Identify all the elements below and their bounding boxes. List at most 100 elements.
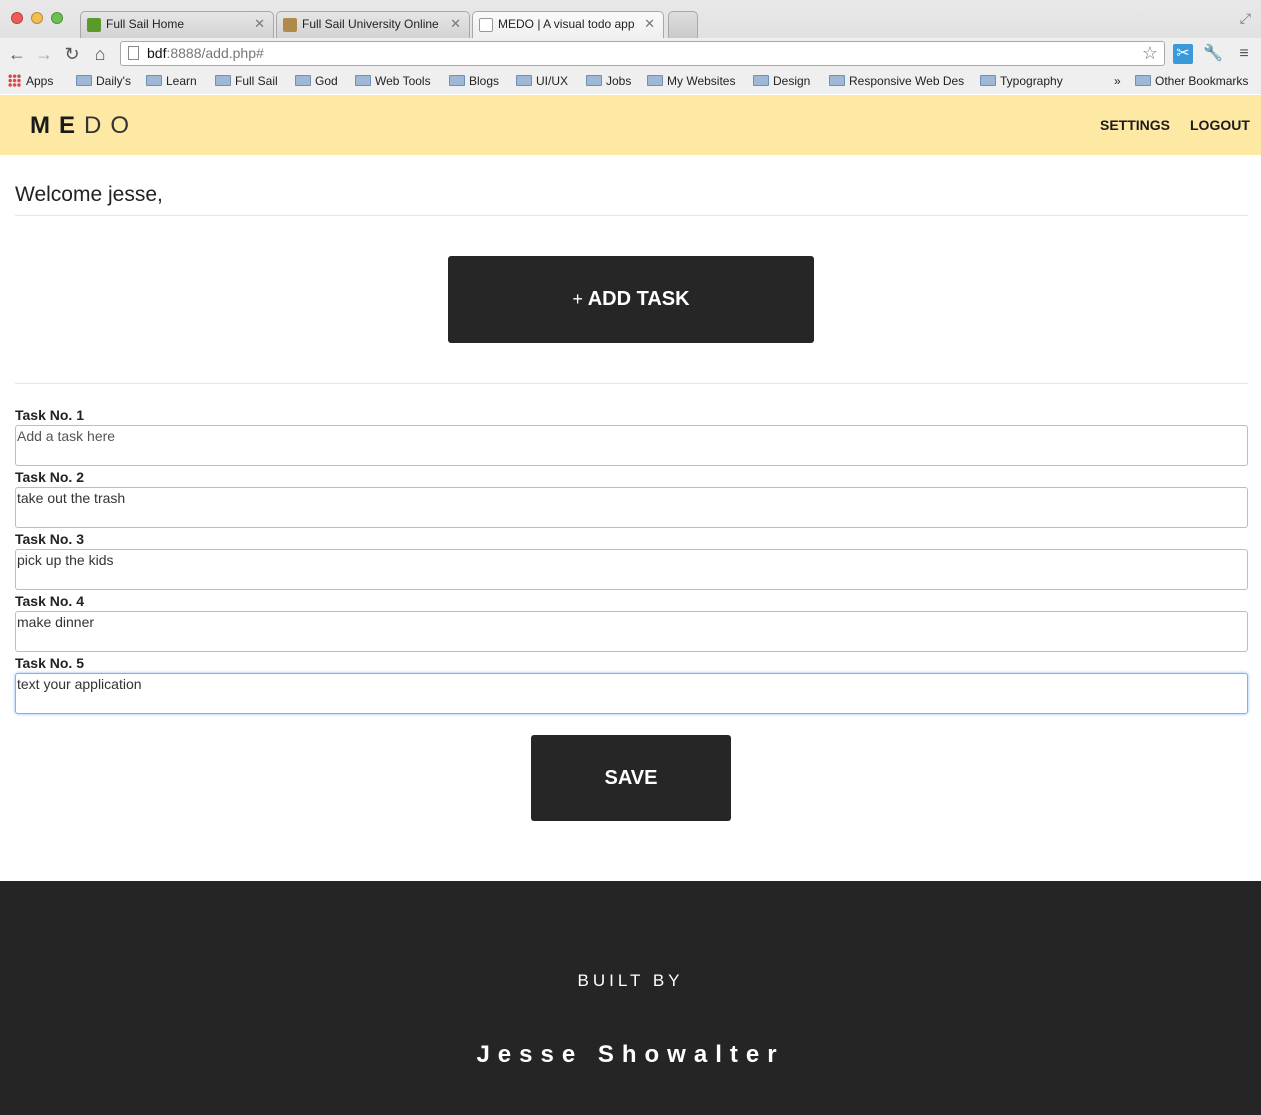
- folder-icon: [76, 75, 92, 86]
- wrench-icon[interactable]: 🔧: [1203, 44, 1223, 64]
- full-sail-online-favicon-icon: [283, 18, 297, 32]
- home-icon[interactable]: ⌂: [89, 43, 111, 65]
- apps-grid-icon: [8, 74, 21, 87]
- bookmark-label: Web Tools: [375, 74, 431, 88]
- bookmark-label: Apps: [26, 74, 54, 88]
- page-icon: [128, 46, 139, 60]
- folder-icon: [586, 75, 602, 86]
- task-label: Task No. 3: [15, 531, 84, 547]
- bookmark-other[interactable]: Other Bookmarks: [1135, 74, 1248, 88]
- url-path: :8888/add.php#: [166, 45, 264, 61]
- tab-title: Full Sail Home: [106, 17, 185, 31]
- zoom-window-button[interactable]: [51, 12, 63, 24]
- bookmark-label: Other Bookmarks: [1155, 74, 1249, 88]
- tab-title: MEDO | A visual todo app: [498, 17, 635, 31]
- built-by-label: BUILT BY: [577, 971, 684, 990]
- task-label: Task No. 5: [15, 655, 84, 671]
- bookmark-folder[interactable]: Jobs: [586, 74, 631, 88]
- folder-icon: [829, 75, 845, 86]
- bookmark-label: Jobs: [606, 74, 632, 88]
- add-task-button[interactable]: + ADD TASK: [448, 256, 814, 343]
- page-favicon-icon: [479, 18, 493, 32]
- bookmark-folder[interactable]: Responsive Web Des: [829, 74, 965, 88]
- bookmark-folder[interactable]: Learn: [146, 74, 197, 88]
- browser-tab-full-sail-online[interactable]: Full Sail University Online ✕: [276, 11, 470, 38]
- bookmark-star-icon[interactable]: ☆: [1142, 43, 1158, 64]
- browser-tab-full-sail-home[interactable]: Full Sail Home ✕: [80, 11, 274, 38]
- task-input[interactable]: make dinner: [15, 611, 1248, 652]
- task-input[interactable]: pick up the kids: [15, 549, 1248, 590]
- welcome-message: Welcome jesse,: [15, 183, 163, 206]
- save-button[interactable]: SAVE: [531, 735, 731, 821]
- folder-icon: [753, 75, 769, 86]
- bookmark-label: Responsive Web Des: [849, 74, 965, 88]
- back-arrow-icon[interactable]: ←: [6, 43, 28, 65]
- task-input[interactable]: Add a task here: [15, 425, 1248, 466]
- menu-icon[interactable]: ≡: [1234, 44, 1254, 64]
- folder-icon: [647, 75, 663, 86]
- browser-chrome: Full Sail Home ✕ Full Sail University On…: [0, 0, 1261, 94]
- full-sail-favicon-icon: [87, 18, 101, 32]
- close-tab-icon[interactable]: ✕: [254, 16, 265, 32]
- bookmark-label: Learn: [166, 74, 197, 88]
- bookmark-folder[interactable]: My Websites: [647, 74, 735, 88]
- bookmark-label: Design: [773, 74, 811, 88]
- bookmark-label: God: [315, 74, 338, 88]
- bookmark-label: My Websites: [667, 74, 736, 88]
- bookmark-label: Daily's: [96, 74, 131, 88]
- task-label: Task No. 1: [15, 407, 84, 423]
- bookmark-folder[interactable]: Typography: [980, 74, 1063, 88]
- add-task-label: ADD TASK: [587, 288, 690, 310]
- logo-light-part: DO: [84, 112, 138, 139]
- task-label: Task No. 4: [15, 593, 84, 609]
- extension-icon[interactable]: ✂: [1173, 44, 1193, 64]
- footer: BUILT BY Jesse Showalter: [0, 881, 1261, 1115]
- medo-logo[interactable]: MEDO: [30, 112, 138, 140]
- bookmark-label: Typography: [1000, 74, 1063, 88]
- logout-link[interactable]: LOGOUT: [1190, 117, 1250, 133]
- folder-icon: [1135, 75, 1151, 86]
- new-tab-button[interactable]: [668, 11, 698, 38]
- close-tab-icon[interactable]: ✕: [450, 16, 461, 32]
- browser-tab-medo[interactable]: MEDO | A visual todo app ✕: [472, 11, 664, 38]
- task-label: Task No. 2: [15, 469, 84, 485]
- bookmark-label: Blogs: [469, 74, 500, 88]
- folder-icon: [295, 75, 311, 86]
- folder-icon: [355, 75, 371, 86]
- settings-link[interactable]: SETTINGS: [1100, 117, 1170, 133]
- bookmark-folder[interactable]: Daily's: [76, 74, 131, 88]
- forward-arrow-icon[interactable]: →: [33, 43, 55, 65]
- app-header: MEDO SETTINGS LOGOUT: [0, 95, 1261, 155]
- logo-bold-part: ME: [30, 112, 84, 139]
- address-bar[interactable]: bdf:8888/add.php# ☆: [120, 41, 1165, 66]
- folder-icon: [516, 75, 532, 86]
- fullscreen-icon[interactable]: ⤢: [1240, 10, 1251, 27]
- url-host: bdf: [147, 45, 167, 61]
- tab-strip: Full Sail Home ✕ Full Sail University On…: [0, 0, 1261, 38]
- author-name: Jesse Showalter: [476, 1041, 785, 1068]
- folder-icon: [215, 75, 231, 86]
- task-input[interactable]: text your application: [15, 673, 1248, 714]
- bookmark-folder[interactable]: UI/UX: [516, 74, 568, 88]
- close-tab-icon[interactable]: ✕: [644, 16, 655, 32]
- minimize-window-button[interactable]: [31, 12, 43, 24]
- bookmark-folder[interactable]: Blogs: [449, 74, 499, 88]
- bookmark-folder[interactable]: God: [295, 74, 338, 88]
- reload-icon[interactable]: ↻: [61, 43, 83, 65]
- folder-icon: [980, 75, 996, 86]
- bookmark-folder[interactable]: Full Sail: [215, 74, 278, 88]
- divider: [15, 215, 1248, 216]
- divider: [15, 383, 1248, 384]
- bookmark-label: Full Sail: [235, 74, 278, 88]
- folder-icon: [449, 75, 465, 86]
- tab-title: Full Sail University Online: [302, 17, 439, 31]
- bookmarks-bar: Apps Daily's Learn Full Sail God Web Too…: [0, 70, 1261, 94]
- bookmarks-overflow-button[interactable]: »: [1114, 74, 1121, 88]
- close-window-button[interactable]: [11, 12, 23, 24]
- bookmark-folder[interactable]: Design: [753, 74, 810, 88]
- browser-toolbar: ← → ↻ ⌂ bdf:8888/add.php# ☆: [0, 38, 1261, 70]
- bookmark-apps[interactable]: Apps: [8, 74, 53, 88]
- plus-icon: +: [572, 289, 583, 309]
- task-input[interactable]: take out the trash: [15, 487, 1248, 528]
- bookmark-folder[interactable]: Web Tools: [355, 74, 431, 88]
